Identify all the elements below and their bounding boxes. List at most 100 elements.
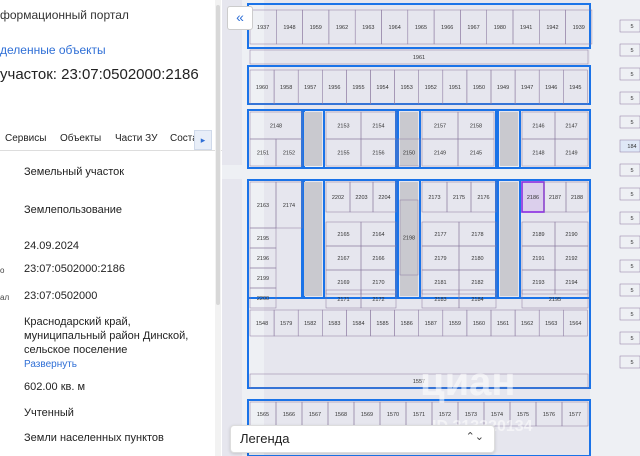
address-line: муниципальный район Динской, bbox=[24, 330, 189, 342]
field-label: о bbox=[0, 266, 5, 275]
plot-number: 2186 bbox=[527, 195, 539, 201]
plot-number: 1980 bbox=[494, 25, 506, 31]
edge-plot-number: 5 bbox=[630, 192, 633, 198]
road[interactable] bbox=[304, 112, 322, 166]
plot-number: 2192 bbox=[565, 256, 577, 262]
edge-plot-number: 5 bbox=[630, 312, 633, 318]
plot-number: 2191 bbox=[532, 256, 544, 262]
plot-number: 1963 bbox=[362, 25, 374, 31]
plot-number: 2172 bbox=[372, 297, 384, 303]
plot-number: 1939 bbox=[573, 25, 585, 31]
field-value: Земельный участок bbox=[24, 166, 125, 178]
edge-plot-number: 5 bbox=[630, 168, 633, 174]
tab-services[interactable]: Сервисы bbox=[5, 133, 46, 144]
plot-number: 2194 bbox=[565, 280, 577, 286]
plot-number: 1965 bbox=[415, 25, 427, 31]
plot-number: 2179 bbox=[434, 256, 446, 262]
tab-bar: Сервисы Объекты Части ЗУ Соста ▸ bbox=[0, 128, 222, 151]
plot-number: 1583 bbox=[328, 321, 340, 327]
plot-number: 2189 bbox=[532, 232, 544, 238]
edge-plot-number: 5 bbox=[630, 360, 633, 366]
info-panel: формационный портал деленные объекты уча… bbox=[0, 0, 222, 456]
edge-plot-number: 5 bbox=[630, 72, 633, 78]
road[interactable] bbox=[304, 182, 322, 296]
plot-number: 2177 bbox=[434, 232, 446, 238]
plot-number: 1587 bbox=[425, 321, 437, 327]
plot-number: 2204 bbox=[378, 195, 390, 201]
plot-number: 2166 bbox=[372, 256, 384, 262]
tab-objects[interactable]: Объекты bbox=[60, 133, 101, 144]
double-chevron-left-icon[interactable]: « bbox=[227, 6, 253, 30]
plot-number: 1941 bbox=[520, 25, 532, 31]
plot-number: 1576 bbox=[543, 412, 555, 418]
legend-select[interactable]: Легенда ⌃⌄ bbox=[230, 425, 495, 453]
plot-number: 1957 bbox=[304, 85, 316, 91]
plot-number: 1570 bbox=[387, 412, 399, 418]
plot-number: 1567 bbox=[309, 412, 321, 418]
plot-number: 2153 bbox=[337, 124, 349, 130]
plot-number: 1559 bbox=[449, 321, 461, 327]
plot-number: 1563 bbox=[545, 321, 557, 327]
plot-number: 1946 bbox=[545, 85, 557, 91]
plot-number: 1562 bbox=[521, 321, 533, 327]
plot-number: 2188 bbox=[571, 195, 583, 201]
plot-number: 2163 bbox=[257, 203, 269, 209]
plot-number: 2196 bbox=[257, 256, 269, 262]
plot-number: 2148 bbox=[532, 151, 544, 157]
plot-number: 2156 bbox=[372, 151, 384, 157]
edge-plot-number: 5 bbox=[630, 288, 633, 294]
edge-plot-number: 5 bbox=[630, 336, 633, 342]
plot-number: 1586 bbox=[401, 321, 413, 327]
plot-number: 2184 bbox=[471, 297, 483, 303]
scrollbar-thumb[interactable] bbox=[216, 5, 220, 305]
plot-number: 1952 bbox=[425, 85, 437, 91]
plot-number: 2158 bbox=[470, 124, 482, 130]
plot-title: участок: 23:07:0502000:2186 bbox=[0, 66, 199, 83]
plot-number: 2198 bbox=[403, 236, 415, 242]
plot-number: 1942 bbox=[546, 25, 558, 31]
plot-number: 2174 bbox=[283, 203, 295, 209]
plot-number: 1959 bbox=[310, 25, 322, 31]
road[interactable] bbox=[500, 112, 518, 166]
plot-number: 2148 bbox=[270, 124, 282, 130]
edge-plot-number: 5 bbox=[630, 96, 633, 102]
tab-parts[interactable]: Части ЗУ bbox=[115, 133, 157, 144]
plot-number: 2193 bbox=[532, 280, 544, 286]
field-value: 602.00 кв. м bbox=[24, 381, 86, 393]
plot-number: 1577 bbox=[569, 412, 581, 418]
plot-number: 1960 bbox=[256, 85, 268, 91]
plot-number: 1967 bbox=[467, 25, 479, 31]
plot-number: 2164 bbox=[372, 232, 384, 238]
field-value: Землепользование bbox=[24, 204, 123, 216]
field-label: ал bbox=[0, 293, 10, 302]
plot-number: 1548 bbox=[256, 321, 268, 327]
plot-number: 1962 bbox=[336, 25, 348, 31]
selected-objects-link[interactable]: деленные объекты bbox=[0, 43, 106, 57]
plot-number: 2181 bbox=[434, 280, 446, 286]
plot-number: 2175 bbox=[453, 195, 465, 201]
field-value: Учтенный bbox=[24, 407, 74, 419]
plot-number: 1966 bbox=[441, 25, 453, 31]
legend-label: Легенда bbox=[240, 431, 290, 446]
field-value: 23:07:0502000:2186 bbox=[24, 263, 125, 275]
address-line: Краснодарский край, bbox=[24, 316, 131, 328]
plot-number: 1571 bbox=[413, 412, 425, 418]
edge-plot-number: 184 bbox=[627, 144, 636, 150]
road[interactable] bbox=[500, 182, 518, 296]
plot-number: 2180 bbox=[471, 256, 483, 262]
plot-number: 2149 bbox=[434, 151, 446, 157]
plot-number: 1937 bbox=[257, 25, 269, 31]
road[interactable] bbox=[590, 0, 640, 456]
plot-number: 2155 bbox=[337, 151, 349, 157]
chevron-right-icon[interactable]: ▸ bbox=[194, 130, 212, 150]
plot-number: 1961 bbox=[413, 55, 425, 61]
plot-number: 1956 bbox=[328, 85, 340, 91]
plot-number: 2199 bbox=[257, 276, 269, 282]
plot-number: 2182 bbox=[471, 280, 483, 286]
plot-number: 2150 bbox=[403, 151, 415, 157]
expand-link[interactable]: Развернуть bbox=[24, 359, 77, 370]
plot-number: 1560 bbox=[473, 321, 485, 327]
edge-plot-number: 5 bbox=[630, 24, 633, 30]
plot-number: 2178 bbox=[471, 232, 483, 238]
edge-plot-number: 5 bbox=[630, 240, 633, 246]
